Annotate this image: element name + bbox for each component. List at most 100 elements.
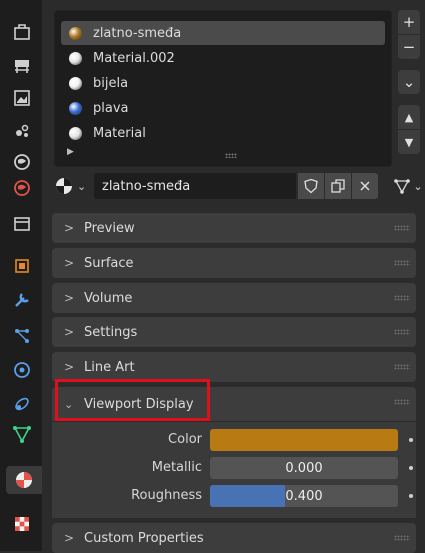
unlink-material-button[interactable] (352, 173, 378, 199)
tool-icon (14, 24, 30, 40)
material-slot[interactable]: Material (61, 121, 385, 145)
list-expand-icon[interactable]: ▶ (67, 147, 74, 157)
close-icon (360, 181, 370, 191)
chevron-down-icon: ⌄ (402, 73, 416, 91)
tab-object[interactable] (7, 252, 37, 280)
view-layer-icon (16, 124, 29, 137)
material-name-field[interactable]: zlatno-smeđa (94, 173, 296, 199)
keyframe-dot-icon[interactable] (409, 494, 413, 498)
tab-particles[interactable] (7, 322, 37, 350)
viewport-color-field[interactable] (210, 429, 398, 451)
material-slot[interactable]: Material.002 (61, 46, 385, 70)
panel-line-art[interactable]: > Line Art (52, 352, 416, 382)
chevron-right-icon: > (64, 221, 75, 235)
material-slot[interactable]: zlatno-smeđa (61, 21, 385, 45)
keyframe-dot-icon[interactable] (409, 466, 413, 470)
material-slot-name: bijela (93, 75, 129, 91)
tab-output[interactable] (7, 84, 37, 112)
material-icon (16, 472, 32, 488)
chevron-down-icon: ⌄ (413, 179, 423, 193)
drag-grip-icon[interactable] (394, 364, 410, 370)
tab-physics[interactable] (7, 356, 37, 384)
material-preview-icon (69, 101, 82, 115)
physics-icon (14, 362, 30, 378)
arrow-down-icon: ▼ (404, 135, 414, 149)
tab-constraints[interactable] (7, 390, 37, 418)
tab-material[interactable] (6, 466, 42, 494)
arrow-up-icon: ▲ (404, 110, 414, 124)
drag-grip-icon[interactable] (394, 535, 410, 541)
tab-object-data[interactable] (7, 420, 37, 448)
tab-view-layer[interactable] (7, 116, 37, 144)
material-slot-name: zlatno-smeđa (93, 25, 182, 41)
material-slot[interactable]: plava (61, 96, 385, 120)
material-slot[interactable]: bijela (61, 71, 385, 95)
object-data-icon (13, 426, 31, 443)
drag-grip-icon[interactable] (394, 329, 410, 335)
material-properties-panel: ▶ zlatno-smeđa Material.002 bijela plava Mat… (42, 0, 425, 553)
material-slot-name: Material (93, 125, 146, 141)
panel-title: Line Art (84, 359, 135, 375)
panel-preview[interactable]: > Preview (52, 213, 416, 243)
material-preview-icon (69, 51, 82, 65)
material-slot-list[interactable]: ▶ zlatno-smeđa Material.002 bijela plava Mat… (54, 10, 392, 167)
add-slot-button[interactable]: + (398, 10, 420, 34)
tab-render[interactable] (7, 52, 37, 80)
chevron-down-icon: ⌄ (77, 179, 87, 193)
panel-viewport-display[interactable]: ⌄ Viewport Display (52, 387, 416, 421)
tab-collection[interactable] (7, 210, 37, 238)
move-slot-up-button[interactable]: ▲ (398, 105, 420, 129)
chevron-right-icon: > (64, 256, 75, 270)
tab-modifier[interactable] (7, 286, 37, 314)
panel-volume[interactable]: > Volume (52, 283, 416, 313)
panel-title: Volume (84, 290, 133, 306)
panel-custom-properties[interactable]: > Custom Properties (52, 523, 416, 553)
tab-texture[interactable] (7, 510, 37, 538)
properties-tab-bar (0, 0, 42, 551)
fake-user-button[interactable] (298, 173, 324, 199)
viewport-display-body: Color Metallic 0.000 Roughness 0.400 (52, 422, 416, 518)
mesh-data-icon (394, 179, 411, 194)
panel-title: Viewport Display (84, 396, 194, 412)
roughness-label: Roughness (131, 488, 202, 503)
new-material-button[interactable] (325, 173, 351, 199)
metallic-slider[interactable]: 0.000 (210, 457, 398, 479)
particles-icon (15, 329, 29, 343)
slot-specials-menu-button[interactable]: ⌄ (398, 70, 420, 94)
roughness-slider[interactable]: 0.400 (210, 485, 398, 507)
tab-scene[interactable] (7, 148, 37, 176)
collection-icon (14, 217, 30, 231)
material-name: zlatno-smeđa (102, 178, 191, 194)
drag-grip-icon[interactable] (394, 225, 410, 231)
drag-grip-icon[interactable] (394, 260, 410, 266)
move-slot-down-button[interactable]: ▼ (398, 130, 420, 154)
panel-settings[interactable]: > Settings (52, 317, 416, 347)
chevron-right-icon: > (64, 325, 75, 339)
shield-icon (304, 178, 318, 194)
world-icon (14, 180, 30, 196)
minus-icon: − (402, 38, 416, 56)
duplicate-icon (331, 179, 345, 193)
browse-material-button[interactable]: ⌄ (54, 173, 92, 199)
chevron-right-icon: > (64, 531, 75, 545)
panel-surface[interactable]: > Surface (52, 248, 416, 278)
chevron-down-icon: ⌄ (64, 397, 74, 411)
output-icon (14, 90, 30, 106)
metallic-label: Metallic (151, 460, 202, 475)
object-icon (15, 259, 29, 273)
material-preview-icon (69, 126, 82, 140)
metallic-value: 0.000 (285, 460, 323, 476)
list-resize-grip[interactable] (225, 153, 237, 158)
link-mode-button[interactable]: ⌄ (389, 173, 425, 199)
drag-grip-icon[interactable] (394, 295, 410, 301)
panel-title: Surface (84, 255, 134, 271)
remove-slot-button[interactable]: − (398, 35, 420, 59)
material-sphere-icon (56, 178, 72, 194)
tab-tool[interactable] (7, 18, 37, 46)
drag-grip-icon[interactable] (394, 399, 410, 405)
tab-world[interactable] (7, 174, 37, 202)
keyframe-dot-icon[interactable] (409, 438, 413, 442)
color-label: Color (168, 432, 202, 447)
chevron-right-icon: > (64, 360, 75, 374)
render-icon (15, 60, 29, 73)
